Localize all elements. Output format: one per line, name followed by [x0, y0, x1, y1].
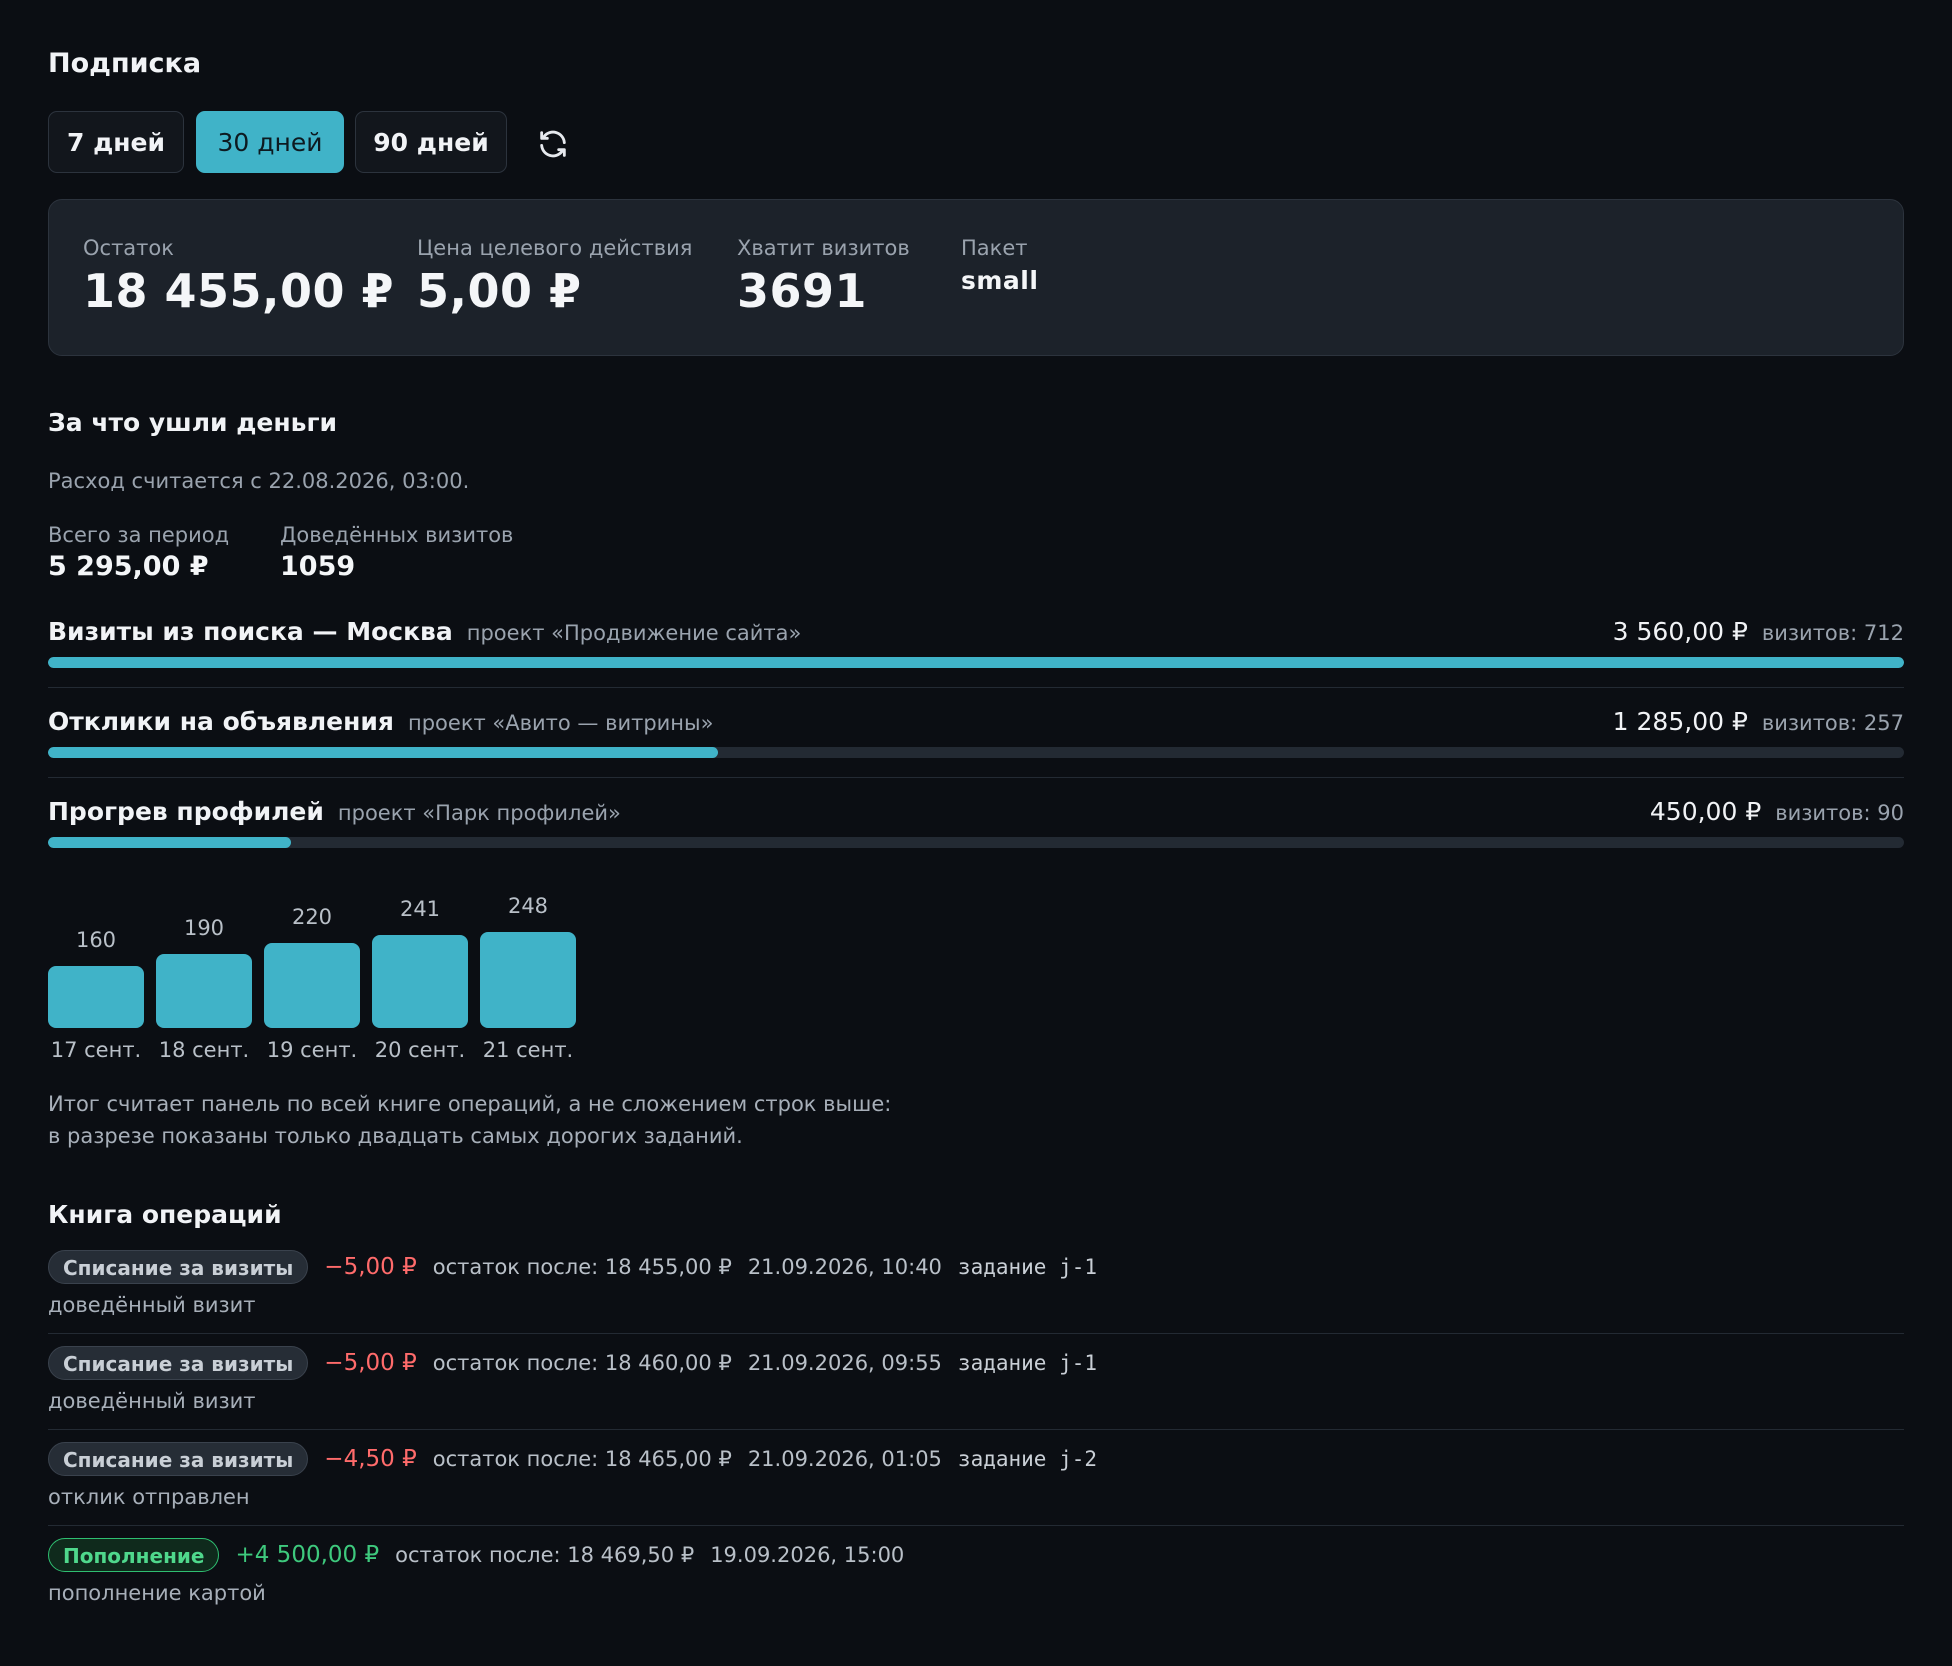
chart-category-label: 18 сент.	[158, 1038, 250, 1062]
category-row: Прогрев профилей проект «Парк профилей» 4…	[48, 797, 1904, 887]
category-project: проект «Продвижение сайта»	[466, 621, 802, 645]
operation-balance-after: остаток после: 18 460,00 ₽	[432, 1351, 732, 1375]
stat-price: Цена целевого действия 5,00 ₽	[417, 236, 692, 318]
category-row: Визиты из поиска — Москва проект «Продвиж…	[48, 617, 1904, 707]
chart-category-label: 19 сент.	[266, 1038, 358, 1062]
chart-bar-value: 220	[291, 905, 333, 929]
operation-job: задание j-1	[957, 1255, 1097, 1279]
chart-bar	[48, 966, 144, 1028]
operation-balance-after: остаток после: 18 465,00 ₽	[432, 1447, 732, 1471]
operation-type-badge: Списание за визиты	[48, 1250, 309, 1284]
stat-price-value: 5,00 ₽	[417, 264, 582, 318]
ledger-row: Списание за визиты −5,00 ₽ остаток после…	[48, 1345, 1904, 1441]
operation-amount: −5,00 ₽	[324, 1350, 417, 1376]
refresh-icon[interactable]	[536, 127, 570, 161]
chart-bar	[480, 932, 576, 1028]
operation-time: 21.09.2026, 09:55	[747, 1351, 942, 1375]
total-period: Всего за период 5 295,00 ₽	[48, 523, 229, 582]
category-name: Визиты из поиска — Москва	[48, 617, 453, 646]
tab-7-days[interactable]: 7 дней	[48, 111, 184, 173]
ledger-row: Списание за визиты −4,50 ₽ остаток после…	[48, 1441, 1904, 1537]
operation-amount: −5,00 ₽	[324, 1254, 417, 1280]
ledger-row: Списание за визиты −5,00 ₽ остаток после…	[48, 1249, 1904, 1345]
operation-type-badge: Пополнение	[48, 1538, 220, 1572]
total-note: Итог считает панель по всей книге операц…	[48, 1092, 892, 1148]
operation-type-badge: Списание за визиты	[48, 1442, 309, 1476]
operation-description: отклик отправлен	[48, 1485, 250, 1509]
ledger-row: Пополнение +4 500,00 ₽ остаток после: 18…	[48, 1537, 1904, 1633]
category-progress-fill	[48, 747, 719, 758]
divider	[48, 777, 1904, 778]
chart-category-label: 21 сент.	[482, 1038, 574, 1062]
delivered-visits-label: Доведённых визитов	[280, 523, 514, 547]
chart-category-label: 20 сент.	[374, 1038, 466, 1062]
ledger-title: Книга операций	[48, 1200, 282, 1229]
operation-description: доведённый визит	[48, 1389, 256, 1413]
operation-time: 21.09.2026, 01:05	[747, 1447, 942, 1471]
operation-amount: +4 500,00 ₽	[235, 1542, 380, 1568]
category-progress-fill	[48, 657, 1904, 668]
operation-job: задание j-1	[957, 1351, 1097, 1375]
chart-bar-value: 241	[399, 897, 441, 921]
total-period-value: 5 295,00 ₽	[48, 551, 209, 582]
total-period-label: Всего за период	[48, 523, 230, 547]
category-name: Отклики на объявления	[48, 707, 394, 736]
operation-time: 19.09.2026, 15:00	[710, 1543, 905, 1567]
chart-bar-value: 190	[183, 916, 225, 940]
stat-package-value: small	[961, 266, 1039, 295]
category-visits: визитов: 712	[1761, 621, 1904, 645]
chart-bar-value: 160	[75, 928, 117, 952]
operation-balance-after: остаток после: 18 455,00 ₽	[432, 1255, 732, 1279]
chart-bar-value: 248	[507, 894, 549, 918]
spending-since: Расход считается с 22.08.2026, 03:00.	[48, 469, 470, 493]
stat-price-label: Цена целевого действия	[417, 236, 693, 260]
category-visits: визитов: 257	[1761, 711, 1904, 735]
daily-spend-chart: 160 17 сент. 190 18 сент. 220 19 сент. 241 20 с…	[48, 880, 648, 1080]
operation-time: 21.09.2026, 10:40	[747, 1255, 942, 1279]
chart-bar	[264, 943, 360, 1028]
page-title: Подписка	[48, 48, 202, 79]
divider	[48, 687, 1904, 688]
operation-description: пополнение картой	[48, 1581, 266, 1605]
stat-visits: Хватит визитов 3691	[737, 236, 910, 318]
stat-package-label: Пакет	[961, 236, 1028, 260]
category-project: проект «Авито — витрины»	[407, 711, 714, 735]
operation-balance-after: остаток после: 18 469,50 ₽	[395, 1543, 695, 1567]
chart-bar	[372, 935, 468, 1028]
divider	[48, 1333, 1904, 1334]
category-progress-track	[48, 657, 1904, 668]
tab-90-days[interactable]: 90 дней	[355, 111, 507, 173]
category-name: Прогрев профилей	[48, 797, 324, 826]
operation-job: задание j-2	[957, 1447, 1097, 1471]
tab-30-days[interactable]: 30 дней	[196, 111, 344, 173]
balance-card: Остаток 18 455,00 ₽ Цена целевого действ…	[48, 199, 1904, 356]
divider	[48, 1525, 1904, 1526]
operation-type-badge: Списание за визиты	[48, 1346, 309, 1380]
divider	[48, 1429, 1904, 1430]
category-amount: 450,00 ₽	[1649, 797, 1762, 826]
stat-visits-value: 3691	[737, 264, 868, 318]
category-progress-track	[48, 747, 1904, 758]
chart-category-label: 17 сент.	[50, 1038, 142, 1062]
chart-bar	[156, 954, 252, 1028]
stat-package: Пакет small	[961, 236, 1038, 295]
delivered-visits: Доведённых визитов 1059	[280, 523, 513, 582]
operation-amount: −4,50 ₽	[324, 1446, 417, 1472]
spending-title: За что ушли деньги	[48, 408, 338, 437]
operation-description: доведённый визит	[48, 1293, 256, 1317]
category-progress-track	[48, 837, 1904, 848]
category-amount: 1 285,00 ₽	[1612, 707, 1748, 736]
category-row: Отклики на объявления проект «Авито — вит…	[48, 707, 1904, 797]
stat-balance-value: 18 455,00 ₽	[83, 264, 395, 318]
stat-balance: Остаток 18 455,00 ₽	[83, 236, 394, 318]
stat-visits-label: Хватит визитов	[737, 236, 910, 260]
delivered-visits-value: 1059	[280, 551, 356, 582]
category-visits: визитов: 90	[1775, 801, 1904, 825]
category-progress-fill	[48, 837, 292, 848]
category-amount: 3 560,00 ₽	[1612, 617, 1748, 646]
stat-balance-label: Остаток	[83, 236, 174, 260]
category-project: проект «Парк профилей»	[337, 801, 621, 825]
